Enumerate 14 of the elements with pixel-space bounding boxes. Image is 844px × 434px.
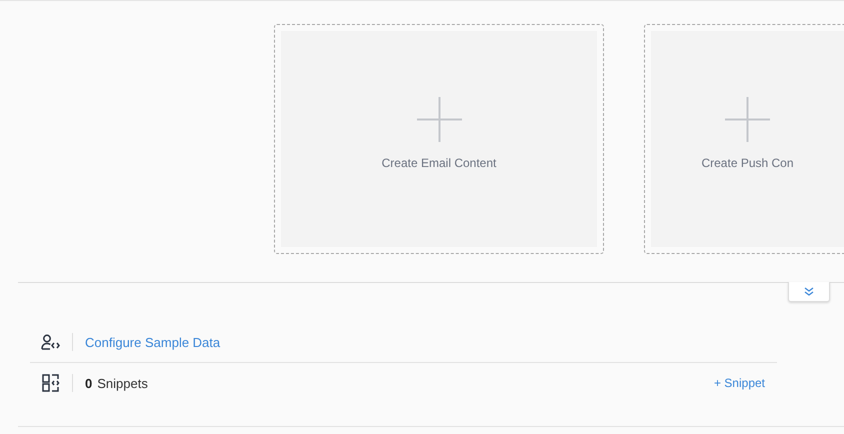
plus-icon bbox=[416, 96, 462, 142]
plus-icon bbox=[725, 96, 770, 142]
user-code-icon bbox=[41, 334, 61, 350]
configure-sample-data-link[interactable]: Configure Sample Data bbox=[85, 334, 220, 350]
snippets-label: Snippets bbox=[97, 376, 149, 390]
create-content-card[interactable]: Create Email Content bbox=[274, 24, 604, 254]
card-label: Create Email Content bbox=[382, 156, 496, 170]
snippet-icon bbox=[42, 374, 60, 392]
card-label: Create Push Con bbox=[701, 156, 794, 170]
snippet-count: 0 bbox=[85, 376, 92, 390]
expand-button[interactable] bbox=[788, 282, 830, 302]
create-content-card[interactable]: Create Push Con bbox=[644, 24, 844, 254]
add-snippet-link[interactable]: + Snippet bbox=[714, 376, 765, 390]
double-chevron-down-icon bbox=[803, 286, 815, 296]
